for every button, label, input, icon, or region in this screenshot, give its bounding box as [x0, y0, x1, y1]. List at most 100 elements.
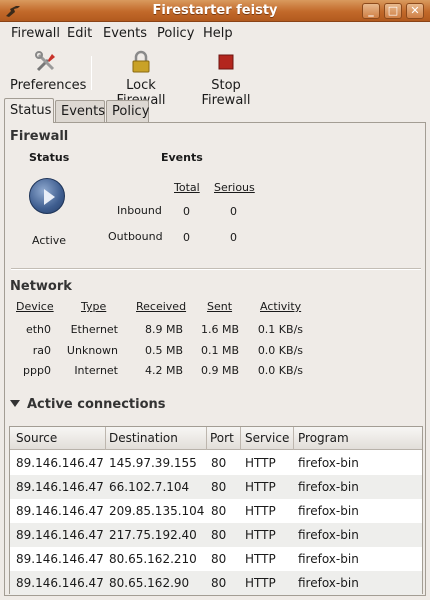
- received-column-header: Received: [136, 300, 187, 313]
- service-cell: HTTP: [245, 456, 276, 470]
- device-type: Ethernet: [70, 323, 118, 336]
- destination-cell: 217.75.192.40: [109, 528, 197, 542]
- expander-arrow-icon[interactable]: [10, 400, 20, 407]
- tab-status[interactable]: Status: [4, 98, 54, 123]
- port-cell: 80: [211, 552, 227, 566]
- source-cell: 89.146.146.47: [16, 456, 104, 470]
- table-row[interactable]: 89.146.146.47 209.85.135.104 80 HTTP fir…: [10, 499, 422, 523]
- destination-cell: 66.102.7.104: [109, 480, 190, 494]
- stop-firewall-label: Stop Firewall: [201, 78, 251, 108]
- tab-events[interactable]: Events: [55, 100, 105, 122]
- source-column-header[interactable]: Source: [16, 431, 57, 445]
- start-firewall-button[interactable]: [29, 178, 65, 214]
- close-button[interactable]: ✕: [406, 3, 424, 19]
- destination-cell: 145.97.39.155: [109, 456, 197, 470]
- column-divider: [206, 427, 207, 450]
- maximize-button[interactable]: □: [384, 3, 402, 19]
- service-cell: HTTP: [245, 480, 276, 494]
- firewall-state: Active: [32, 234, 67, 247]
- device-activity: 0.1 KB/s: [257, 323, 303, 336]
- source-cell: 89.146.146.47: [16, 552, 104, 566]
- tab-policy[interactable]: Policy: [106, 100, 149, 122]
- outbound-total: 0: [183, 231, 190, 244]
- port-column-header[interactable]: Port: [210, 431, 234, 445]
- table-row[interactable]: 89.146.146.47 217.75.192.40 80 HTTP fire…: [10, 523, 422, 547]
- device-activity: 0.0 KB/s: [257, 344, 303, 357]
- activity-column-header: Activity: [260, 300, 302, 313]
- service-cell: HTTP: [245, 504, 276, 518]
- menu-bar: Firewall Edit Events Policy Help: [0, 22, 430, 45]
- device-name: ppp0: [23, 364, 51, 377]
- menu-policy[interactable]: Policy: [157, 26, 194, 41]
- close-icon: ✕: [410, 4, 420, 17]
- port-cell: 80: [211, 480, 227, 494]
- device-name: ra0: [32, 344, 51, 357]
- source-cell: 89.146.146.47: [16, 504, 104, 518]
- port-cell: 80: [211, 504, 227, 518]
- device-activity: 0.0 KB/s: [257, 364, 303, 377]
- toolbar: Preferences Lock Firewall Stop Firewall: [0, 46, 430, 108]
- events-header: Events: [161, 151, 203, 164]
- menu-events[interactable]: Events: [103, 26, 147, 41]
- table-row[interactable]: 89.146.146.47 80.65.162.90 80 HTTP firef…: [10, 571, 422, 595]
- program-cell: firefox-bin: [298, 576, 359, 590]
- table-row[interactable]: 89.146.146.47 145.97.39.155 80 HTTP fire…: [10, 451, 422, 475]
- outbound-label: Outbound: [108, 230, 163, 243]
- preferences-icon: [35, 51, 55, 72]
- device-sent: 0.1 MB: [200, 344, 239, 357]
- total-column-header: Total: [174, 181, 200, 194]
- inbound-label: Inbound: [117, 204, 162, 217]
- active-connections-title[interactable]: Active connections: [27, 397, 166, 412]
- program-cell: firefox-bin: [298, 504, 359, 518]
- menu-help[interactable]: Help: [203, 26, 233, 41]
- program-column-header[interactable]: Program: [298, 431, 349, 445]
- source-cell: 89.146.146.47: [16, 528, 104, 542]
- firewall-section-title: Firewall: [10, 129, 69, 144]
- type-column-header: Type: [81, 300, 107, 313]
- service-cell: HTTP: [245, 528, 276, 542]
- device-name: eth0: [25, 323, 51, 336]
- maximize-icon: □: [387, 4, 399, 17]
- destination-cell: 209.85.135.104: [109, 504, 205, 518]
- port-cell: 80: [211, 456, 227, 470]
- stop-icon: [218, 54, 234, 70]
- destination-cell: 80.65.162.90: [109, 576, 190, 590]
- minimize-icon: _: [368, 4, 374, 17]
- source-cell: 89.146.146.47: [16, 576, 104, 590]
- device-column-header: Device: [16, 300, 54, 313]
- section-divider: [11, 268, 421, 270]
- sent-column-header: Sent: [207, 300, 233, 313]
- serious-column-header: Serious: [214, 181, 255, 194]
- service-cell: HTTP: [245, 552, 276, 566]
- port-cell: 80: [211, 528, 227, 542]
- menu-firewall[interactable]: Firewall: [11, 26, 60, 41]
- inbound-total: 0: [183, 205, 190, 218]
- preferences-button[interactable]: Preferences: [10, 50, 86, 93]
- minimize-button[interactable]: _: [362, 3, 380, 19]
- lock-icon: [132, 50, 150, 73]
- status-panel: Firewall Status Events Active Total Seri…: [4, 122, 426, 596]
- title-bar[interactable]: Firestarter feisty _ □ ✕: [0, 0, 430, 22]
- outbound-serious: 0: [230, 231, 237, 244]
- service-column-header[interactable]: Service: [245, 431, 289, 445]
- device-sent: 1.6 MB: [200, 323, 239, 336]
- table-row[interactable]: 89.146.146.47 66.102.7.104 80 HTTP firef…: [10, 475, 422, 499]
- destination-column-header[interactable]: Destination: [109, 431, 178, 445]
- device-received: 4.2 MB: [144, 364, 183, 377]
- device-sent: 0.9 MB: [200, 364, 239, 377]
- destination-cell: 80.65.162.210: [109, 552, 197, 566]
- table-row[interactable]: 89.146.146.47 80.65.162.210 80 HTTP fire…: [10, 547, 422, 571]
- toolbar-separator: [91, 56, 92, 90]
- column-divider: [240, 427, 241, 450]
- device-received: 8.9 MB: [144, 323, 183, 336]
- device-received: 0.5 MB: [144, 344, 183, 357]
- device-type: Internet: [74, 364, 118, 377]
- program-cell: firefox-bin: [298, 528, 359, 542]
- program-cell: firefox-bin: [298, 552, 359, 566]
- connections-table-header: Source Destination Port Service Program: [10, 427, 422, 450]
- preferences-label: Preferences: [10, 78, 87, 93]
- stop-firewall-button[interactable]: Stop Firewall: [188, 50, 264, 108]
- program-cell: firefox-bin: [298, 480, 359, 494]
- menu-edit[interactable]: Edit: [67, 26, 92, 41]
- column-divider: [293, 427, 294, 450]
